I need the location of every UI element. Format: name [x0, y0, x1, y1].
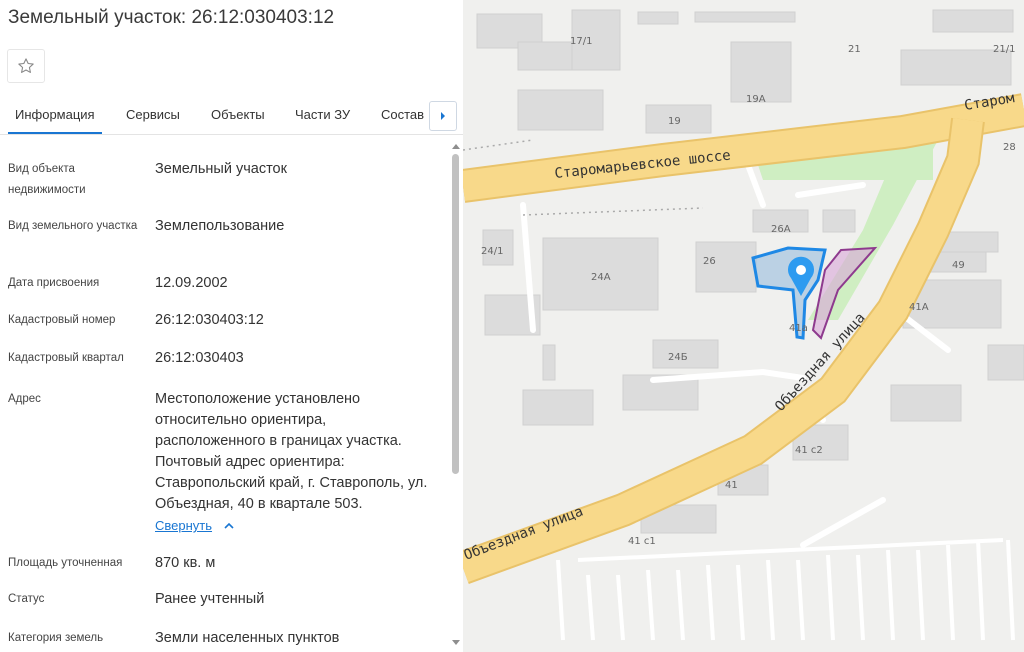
scroll-up-arrow-icon[interactable] [452, 144, 460, 149]
building-label: 49 [952, 260, 965, 271]
star-outline-icon [18, 58, 34, 73]
building-label: 19А [746, 94, 766, 105]
tab-composition[interactable]: Состав [381, 107, 424, 122]
building-label: 41 с1 [628, 536, 656, 547]
field-value: Земли населенных пунктов [155, 630, 340, 646]
building [542, 344, 556, 381]
scroll-down-arrow-icon[interactable] [452, 640, 460, 645]
map-canvas[interactable]: Старомарьевское шоссе Старом Объездная у… [463, 0, 1024, 652]
building-label: 24А [591, 272, 611, 283]
tabs-next-button[interactable] [429, 101, 457, 131]
field-label: Площадь уточненная [8, 557, 123, 569]
info-panel: Земельный участок: 26:12:030403:12 Инфор… [0, 0, 463, 652]
panel-scrollbar[interactable] [450, 140, 463, 652]
building-label: 19 [668, 116, 681, 127]
field-value: 870 кв. м [155, 555, 216, 571]
field-value: 26:12:030403:12 [155, 312, 264, 328]
building [822, 209, 856, 233]
building [517, 41, 574, 71]
field-label: Дата присвоения [8, 277, 100, 289]
building-label: 41 [725, 480, 738, 491]
building-label: 26А [771, 224, 791, 235]
building [900, 49, 1012, 86]
building-label: 41А [909, 302, 929, 313]
building-label: 21 [848, 44, 861, 55]
field-label: Статус [8, 593, 45, 605]
field-label: Категория земель [8, 632, 104, 644]
field-label: Кадастровый номер [8, 314, 116, 326]
building [932, 9, 1014, 33]
field-value: Ранее учтенный [155, 591, 265, 607]
major-roads [463, 93, 1024, 584]
rail-line [522, 207, 704, 216]
building-label: 26 [703, 256, 716, 267]
tab-parcel-parts[interactable]: Части ЗУ [295, 107, 350, 122]
building [637, 11, 679, 25]
favorite-button[interactable] [7, 49, 45, 83]
building [730, 41, 792, 103]
chevron-up-icon[interactable] [222, 519, 236, 533]
tab-bar: Информация Сервисы Объекты Части ЗУ Сост… [0, 99, 463, 135]
building [694, 11, 796, 23]
field-label: Адрес [8, 393, 41, 405]
building [522, 389, 594, 426]
building-label: 21/1 [993, 44, 1015, 55]
building [695, 241, 757, 293]
building-label: 24Б [668, 352, 688, 363]
building-label: 24/1 [481, 246, 503, 257]
field-value: 12.09.2002 [155, 275, 228, 291]
rail-line [463, 139, 534, 151]
caret-right-icon [441, 112, 445, 120]
building [517, 89, 604, 131]
field-label: Вид земельного участка [8, 220, 138, 232]
parking-lines [556, 538, 1015, 641]
field-label: Кадастровый квартал [8, 352, 124, 364]
building-label: 41а [789, 323, 808, 334]
building-label: 17/1 [570, 36, 592, 47]
page-title: Земельный участок: 26:12:030403:12 [8, 7, 335, 28]
building-label: 41 с2 [795, 445, 823, 456]
tab-information[interactable]: Информация [8, 107, 102, 134]
tab-services[interactable]: Сервисы [126, 107, 180, 122]
building-label: 28 [1003, 142, 1016, 153]
building [890, 384, 962, 422]
field-value: Местоположение установлено относительно … [155, 391, 428, 512]
tab-objects[interactable]: Объекты [211, 107, 265, 122]
map-view[interactable]: Старомарьевское шоссе Старом Объездная у… [463, 0, 1024, 652]
field-label: Вид объекта недвижимости [8, 163, 86, 196]
field-value: 26:12:030403 [155, 350, 244, 366]
building [987, 344, 1024, 381]
field-value: Земельный участок [155, 161, 287, 177]
scroll-thumb[interactable] [452, 154, 459, 474]
field-value: Землепользование [155, 218, 285, 234]
collapse-link[interactable]: Свернуть [155, 518, 212, 533]
